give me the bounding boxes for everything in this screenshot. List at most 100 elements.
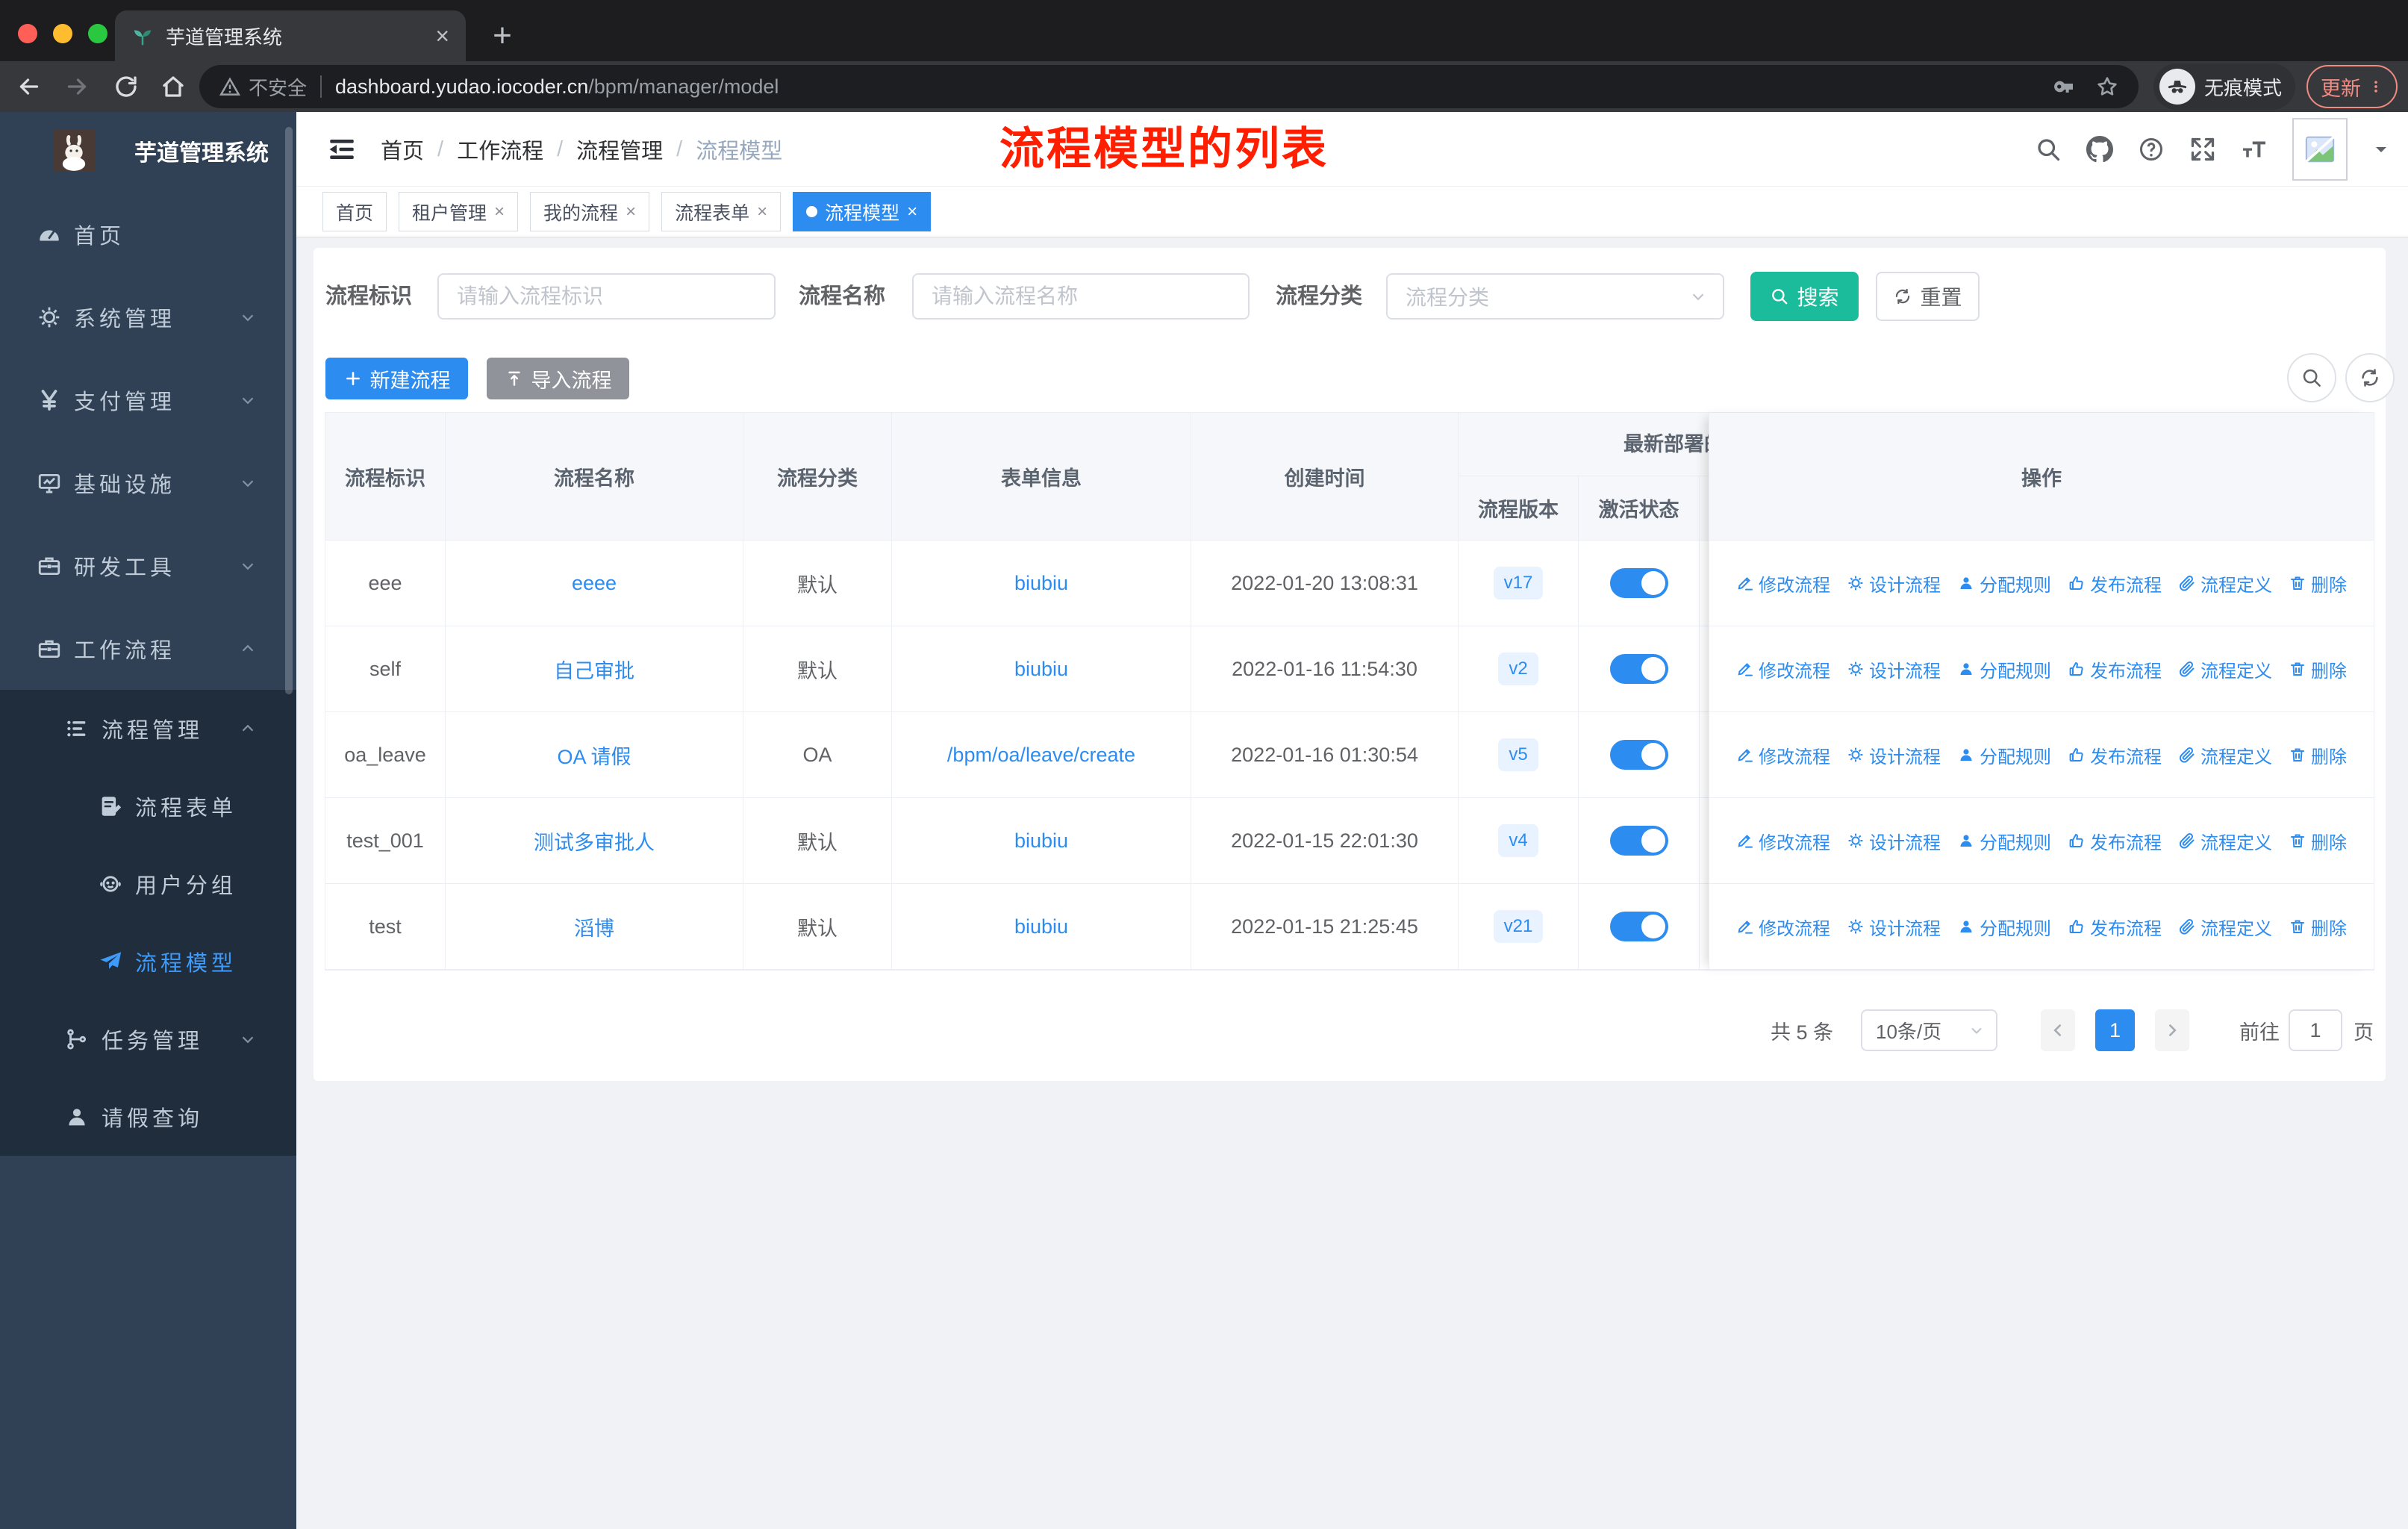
action-delete[interactable]: 删除 [2289, 914, 2347, 940]
current-page-button[interactable]: 1 [2095, 1009, 2135, 1051]
action-publish[interactable]: 发布流程 [2068, 570, 2162, 597]
zoom-window-button[interactable] [88, 24, 107, 43]
process-name-link[interactable]: eeee [572, 572, 617, 595]
fullscreen-icon[interactable] [2189, 136, 2216, 163]
action-publish[interactable]: 发布流程 [2068, 742, 2162, 768]
sidebar-item-infrastructure[interactable]: 基础设施 [0, 441, 296, 524]
sidebar-scrollbar[interactable] [285, 127, 293, 694]
action-publish[interactable]: 发布流程 [2068, 828, 2162, 854]
sidebar-item-process-model[interactable]: 流程模型 [0, 923, 296, 1000]
action-design[interactable]: 设计流程 [1847, 742, 1941, 768]
refresh-table-button[interactable] [2345, 353, 2395, 402]
process-name-link[interactable]: 滔博 [574, 912, 614, 941]
sidebar-item-process-manage[interactable]: 流程管理 [0, 690, 296, 767]
breadcrumb-item[interactable]: 流程管理 [576, 134, 663, 165]
action-delete[interactable]: 删除 [2289, 656, 2347, 682]
sidebar-item-user-group[interactable]: 用户分组 [0, 845, 296, 923]
process-name-link[interactable]: 自己审批 [554, 655, 634, 684]
reset-button[interactable]: 重置 [1876, 272, 1980, 321]
process-name-link[interactable]: 测试多审批人 [534, 826, 655, 856]
action-edit[interactable]: 修改流程 [1736, 742, 1830, 768]
action-edit[interactable]: 修改流程 [1736, 570, 1830, 597]
browser-tab[interactable]: 芋道管理系统 × [115, 10, 466, 61]
form-info-link[interactable]: biubiu [1014, 658, 1068, 681]
search-button[interactable]: 搜索 [1750, 272, 1859, 321]
browser-menu-dots-icon[interactable] [2368, 75, 2383, 98]
key-icon[interactable] [2052, 75, 2076, 99]
page-size-select[interactable]: 10条/页 [1861, 1009, 1997, 1051]
action-publish[interactable]: 发布流程 [2068, 914, 2162, 940]
action-design[interactable]: 设计流程 [1847, 656, 1941, 682]
action-definition[interactable]: 流程定义 [2178, 656, 2272, 682]
action-publish[interactable]: 发布流程 [2068, 656, 2162, 682]
action-definition[interactable]: 流程定义 [2178, 914, 2272, 940]
action-design[interactable]: 设计流程 [1847, 914, 1941, 940]
chevron-down-icon[interactable] [2372, 140, 2390, 158]
font-size-icon[interactable] [2241, 136, 2268, 163]
tag-tenant[interactable]: 租户管理 × [399, 192, 519, 231]
sidebar-item-process-form[interactable]: 流程表单 [0, 767, 296, 845]
close-icon[interactable]: × [494, 202, 505, 221]
action-delete[interactable]: 删除 [2289, 742, 2347, 768]
action-assign-rule[interactable]: 分配规则 [1957, 570, 2051, 597]
action-definition[interactable]: 流程定义 [2178, 742, 2272, 768]
breadcrumb-item[interactable]: 首页 [381, 134, 424, 165]
action-delete[interactable]: 删除 [2289, 570, 2347, 597]
browser-update-button[interactable]: 更新 [2306, 65, 2398, 108]
home-icon[interactable] [160, 73, 187, 100]
close-icon[interactable]: × [626, 202, 636, 221]
form-info-link[interactable]: /bpm/oa/leave/create [947, 744, 1135, 767]
action-definition[interactable]: 流程定义 [2178, 828, 2272, 854]
help-icon[interactable] [2138, 136, 2165, 163]
sidebar-item-task-manage[interactable]: 任务管理 [0, 1000, 296, 1078]
form-info-link[interactable]: biubiu [1014, 915, 1068, 938]
create-process-button[interactable]: 新建流程 [325, 358, 468, 399]
next-page-button[interactable] [2155, 1009, 2189, 1051]
action-design[interactable]: 设计流程 [1847, 570, 1941, 597]
new-tab-button[interactable]: + [484, 12, 521, 60]
close-window-button[interactable] [18, 24, 37, 43]
tag-home[interactable]: 首页 [322, 192, 387, 231]
back-icon[interactable] [16, 73, 43, 100]
action-delete[interactable]: 删除 [2289, 828, 2347, 854]
form-info-link[interactable]: biubiu [1014, 572, 1068, 595]
user-avatar[interactable] [2292, 118, 2348, 181]
action-assign-rule[interactable]: 分配规则 [1957, 828, 2051, 854]
sidebar-item-system[interactable]: 系统管理 [0, 275, 296, 358]
prev-page-button[interactable] [2041, 1009, 2075, 1051]
sidebar-item-dev-tools[interactable]: 研发工具 [0, 524, 296, 607]
github-icon[interactable] [2086, 136, 2113, 163]
action-assign-rule[interactable]: 分配规则 [1957, 656, 2051, 682]
search-icon[interactable] [2035, 136, 2062, 163]
action-edit[interactable]: 修改流程 [1736, 828, 1830, 854]
action-design[interactable]: 设计流程 [1847, 828, 1941, 854]
active-toggle[interactable] [1609, 826, 1668, 856]
filter-name-input[interactable] [912, 273, 1250, 320]
sidebar-fold-icon[interactable] [326, 134, 358, 165]
sidebar-item-payment[interactable]: 支付管理 [0, 358, 296, 441]
form-info-link[interactable]: biubiu [1014, 829, 1068, 853]
forward-icon[interactable] [63, 73, 90, 100]
goto-page-input[interactable] [2289, 1009, 2342, 1051]
tag-my-process[interactable]: 我的流程 × [530, 192, 650, 231]
tag-process-model[interactable]: 流程模型 × [793, 192, 932, 231]
import-process-button[interactable]: 导入流程 [487, 358, 629, 399]
reload-icon[interactable] [113, 73, 140, 100]
toggle-search-button[interactable] [2287, 353, 2336, 402]
security-label[interactable]: 不安全 [249, 73, 307, 101]
active-toggle[interactable] [1609, 654, 1668, 684]
action-edit[interactable]: 修改流程 [1736, 656, 1830, 682]
active-toggle[interactable] [1609, 740, 1668, 770]
sidebar-item-home[interactable]: 首页 [0, 193, 296, 275]
action-assign-rule[interactable]: 分配规则 [1957, 914, 2051, 940]
process-name-link[interactable]: OA 请假 [557, 741, 631, 770]
address-bar[interactable]: 不安全 dashboard.yudao.iocoder.cn /bpm/mana… [199, 65, 2139, 108]
close-icon[interactable]: × [907, 202, 917, 221]
action-assign-rule[interactable]: 分配规则 [1957, 742, 2051, 768]
active-toggle[interactable] [1609, 568, 1668, 598]
action-edit[interactable]: 修改流程 [1736, 914, 1830, 940]
filter-category-select[interactable]: 流程分类 [1386, 273, 1724, 320]
minimize-window-button[interactable] [53, 24, 72, 43]
active-toggle[interactable] [1609, 912, 1668, 941]
bookmark-star-icon[interactable] [2095, 75, 2119, 99]
